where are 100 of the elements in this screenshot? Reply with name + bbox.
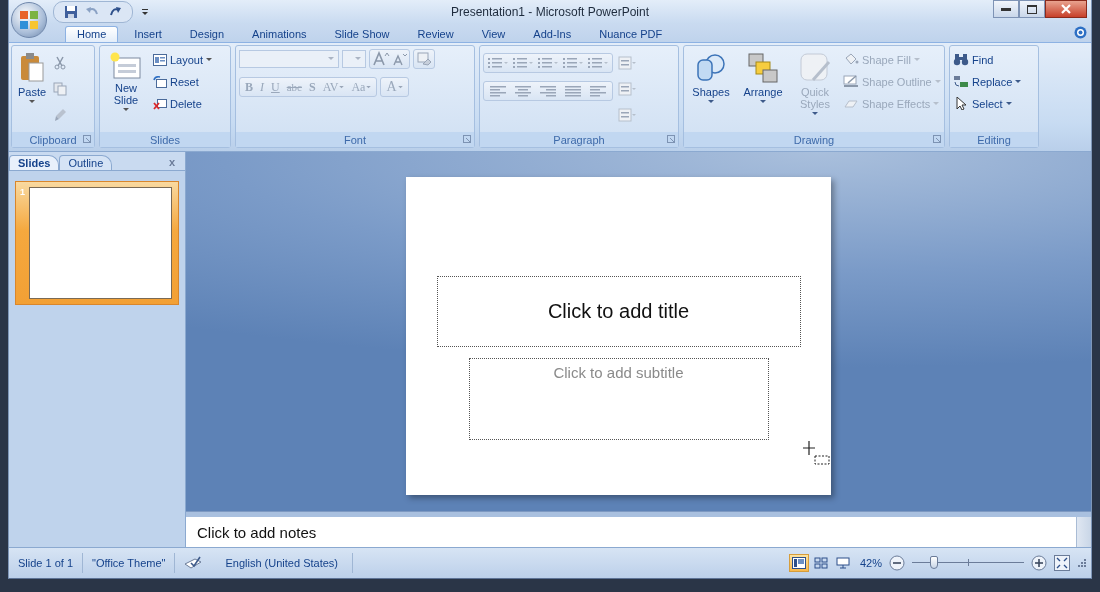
brush-icon[interactable]: [53, 108, 68, 122]
ribbon-tab[interactable]: Design: [177, 26, 237, 42]
delete-button[interactable]: Delete: [153, 95, 213, 112]
pane-tab[interactable]: Slides: [9, 155, 60, 170]
pencil-icon: [843, 75, 859, 88]
ribbon-tab[interactable]: Add-Ins: [521, 26, 584, 42]
paint-bucket-icon: [843, 53, 859, 66]
pointer-icon: [953, 97, 969, 110]
new-slide-icon: [110, 52, 142, 80]
title-placeholder[interactable]: Click to add title: [436, 276, 801, 347]
new-slide-button[interactable]: New Slide: [103, 50, 149, 132]
projector-screen-icon: [835, 557, 850, 569]
dialog-launcher-icon[interactable]: [463, 135, 471, 143]
caret-icon: [913, 57, 920, 62]
caret-icon: [934, 79, 941, 84]
shapes-button[interactable]: Shapes: [687, 50, 735, 132]
zoom-level[interactable]: 42%: [859, 557, 882, 569]
shapes-icon: [695, 52, 727, 84]
scrollbar[interactable]: [1076, 517, 1091, 547]
smartart-icon[interactable]: [617, 107, 637, 123]
bullets-icon[interactable]: [486, 55, 510, 71]
line-spacing-icon[interactable]: [586, 55, 610, 71]
select-button[interactable]: Select: [953, 95, 1022, 112]
zoom-slider[interactable]: [912, 556, 1024, 570]
group-label: Clipboard: [29, 133, 77, 146]
maximize-button[interactable]: [1019, 0, 1045, 18]
numbering-icon[interactable]: [511, 55, 535, 71]
scissors-icon[interactable]: [53, 56, 68, 70]
save-icon[interactable]: [64, 5, 78, 19]
shrink-font-icon[interactable]: [391, 51, 407, 67]
arrange-button[interactable]: Arrange: [739, 50, 787, 132]
caret-icon: [708, 100, 714, 104]
paste-button[interactable]: Paste: [15, 50, 50, 132]
close-icon: [1061, 4, 1071, 14]
pane-tab[interactable]: Outline: [59, 155, 113, 170]
caret-icon: [339, 85, 345, 89]
ribbon-tab[interactable]: Nuance PDF: [587, 26, 675, 42]
caret-icon: [206, 57, 213, 62]
notes-field[interactable]: Click to add notes: [186, 517, 1076, 547]
caret-icon: [366, 85, 372, 89]
copy-icon[interactable]: [53, 82, 68, 96]
delete-slide-icon: [153, 97, 167, 110]
ribbon-tab[interactable]: View: [469, 26, 518, 42]
reset-icon: [153, 75, 167, 88]
status-text[interactable]: English (United States): [211, 553, 353, 573]
office-logo-icon: [18, 9, 40, 31]
caret-icon: [1015, 79, 1022, 84]
replace-icon: [953, 75, 969, 88]
shape-effects-icon: [843, 97, 859, 110]
caret-icon: [355, 57, 361, 61]
crosshair-cursor-icon: [803, 441, 831, 465]
resize-grip-icon[interactable]: [1077, 558, 1087, 568]
eraser-icon[interactable]: [416, 51, 432, 67]
zoom-in-button[interactable]: [1031, 555, 1047, 571]
subtitle-placeholder[interactable]: Click to add subtitle: [468, 358, 769, 440]
font-size-field[interactable]: [342, 50, 366, 68]
caret-icon: [397, 85, 403, 89]
ribbon-tab[interactable]: Insert: [122, 26, 174, 42]
decrease-indent-icon[interactable]: [536, 55, 560, 71]
ribbon-tab[interactable]: Animations: [240, 26, 319, 42]
increase-indent-icon[interactable]: [561, 55, 585, 71]
status-text[interactable]: "Office Theme": [83, 553, 176, 573]
dialog-launcher-icon[interactable]: [83, 135, 91, 143]
caret-icon: [328, 57, 334, 61]
spell-check-icon[interactable]: [183, 556, 204, 570]
quick-styles-icon: [799, 52, 831, 84]
grid-icon: [813, 557, 828, 569]
arrange-icon: [747, 52, 779, 84]
caret-icon: [812, 112, 818, 116]
grow-font-icon[interactable]: [372, 51, 390, 67]
fit-to-window-icon[interactable]: [1054, 555, 1070, 571]
customize-caret-icon[interactable]: [141, 8, 149, 16]
zoom-slider-thumb[interactable]: [930, 556, 939, 569]
close-button[interactable]: [1045, 0, 1087, 18]
ribbon-tab[interactable]: Review: [405, 26, 466, 42]
minimize-button[interactable]: [993, 0, 1019, 18]
reset-button[interactable]: Reset: [153, 73, 213, 90]
zoom-out-button[interactable]: [889, 555, 905, 571]
align-text-icon[interactable]: [617, 81, 637, 97]
ribbon-tab[interactable]: Slide Show: [322, 26, 402, 42]
help-icon[interactable]: [1074, 26, 1087, 39]
font-field[interactable]: [239, 50, 339, 68]
normal-view-icon: [791, 557, 806, 569]
replace-button[interactable]: Replace: [953, 73, 1022, 90]
find-button[interactable]: Find: [953, 51, 1022, 68]
dialog-launcher-icon[interactable]: [667, 135, 675, 143]
caret-icon: [1005, 101, 1012, 106]
status-text: Slide 1 of 1: [9, 553, 84, 573]
normal-view-button[interactable]: [788, 554, 809, 572]
group-label: Slides: [150, 133, 180, 146]
maximize-icon: [1027, 4, 1037, 14]
layout-button[interactable]: Layout: [153, 51, 213, 68]
minimize-icon: [1001, 7, 1011, 11]
group-label: Drawing: [793, 133, 835, 146]
ribbon-tab[interactable]: Home: [65, 26, 119, 42]
group-label: Font: [344, 133, 366, 146]
caret-icon: [29, 100, 36, 104]
text-direction-icon[interactable]: [617, 55, 637, 71]
group-label: Editing: [977, 133, 1011, 146]
dialog-launcher-icon[interactable]: [933, 135, 941, 143]
